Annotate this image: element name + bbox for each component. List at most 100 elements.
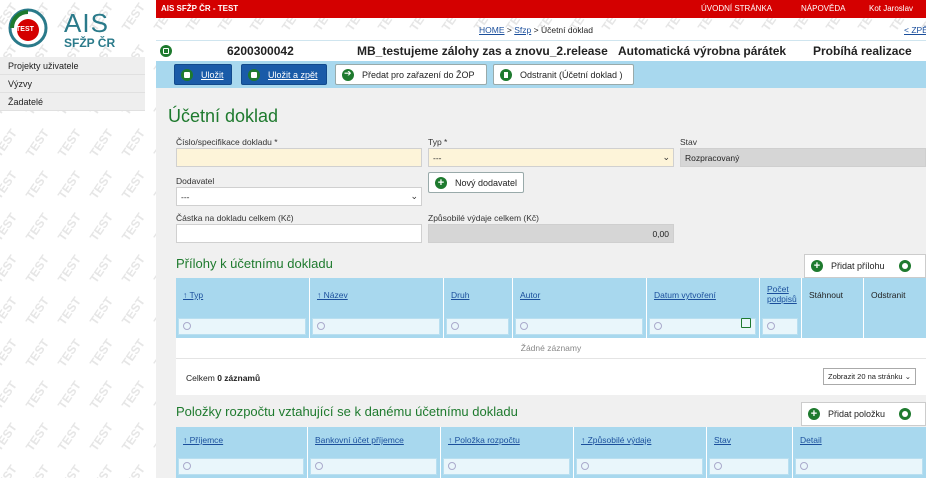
column-header-recipient[interactable]: ↑ Příjemce xyxy=(176,427,308,478)
breadcrumb-home[interactable]: HOME xyxy=(479,25,505,35)
sidebar-item-applicants[interactable]: Žadatelé xyxy=(0,93,145,111)
sort-bank-account[interactable]: Bankovní účet příjemce xyxy=(315,435,404,445)
filter-input[interactable] xyxy=(443,458,570,475)
sort-recipient[interactable]: ↑ Příjemce xyxy=(183,435,223,445)
sort-created[interactable]: Datum vytvoření xyxy=(654,290,716,300)
sort-name[interactable]: ↑ Název xyxy=(317,290,348,300)
attachments-table-footer: Celkem 0 záznamů Zobrazit 20 na stránku … xyxy=(176,358,926,395)
column-header-eligible[interactable]: ↑ Způsobilé výdaje xyxy=(574,427,707,478)
submit-button[interactable]: Předat pro zařazení do ŽOP xyxy=(335,64,487,85)
save-back-label: Uložit a zpět xyxy=(268,69,318,80)
breadcrumb-separator: > xyxy=(506,25,512,35)
chevron-down-icon: ⌄ xyxy=(904,372,911,381)
toolbar: Uložit Uložit a zpět Předat pro zařazení… xyxy=(156,61,926,88)
page-size-select[interactable]: Zobrazit 20 na stránku ⌄ xyxy=(822,368,916,385)
gear-icon[interactable] xyxy=(898,260,911,272)
record-id: 6200300042 xyxy=(227,44,294,58)
add-attachment-button[interactable]: + Přidat přílohu xyxy=(804,254,926,278)
save-label: Uložit xyxy=(201,69,224,80)
column-header-signatures[interactable]: Počet podpisů xyxy=(760,278,802,338)
total-count: Celkem 0 záznamů xyxy=(186,373,260,383)
column-header-bank-account[interactable]: Bankovní účet příjemce xyxy=(308,427,441,478)
column-header-budget-item[interactable]: ↑ Položka rozpočtu xyxy=(441,427,574,478)
sort-state[interactable]: Stav xyxy=(714,435,731,445)
column-header-created[interactable]: Datum vytvoření xyxy=(647,278,760,338)
filter-input[interactable] xyxy=(762,318,798,335)
logo[interactable]: TEST AIS SFŽP ČR xyxy=(6,6,151,50)
sort-type[interactable]: ↑ Typ xyxy=(183,290,203,300)
budget-table-header: ↑ Příjemce Bankovní účet příjemce ↑ Polo… xyxy=(176,427,926,478)
attachments-table-header: ↑ Typ ↑ Název Druh Autor Datum vytvoření… xyxy=(176,278,926,338)
sidebar-nav: Projekty uživatele Výzvy Žadatelé xyxy=(0,57,145,111)
state-field: Rozpracovaný xyxy=(680,148,926,167)
save-back-button[interactable]: Uložit a zpět xyxy=(241,64,327,85)
filter-input[interactable] xyxy=(515,318,643,335)
filter-input[interactable] xyxy=(310,458,437,475)
plus-icon: + xyxy=(808,408,820,420)
breadcrumb: HOME > Sfzp > Účetní doklad < ZPĚT xyxy=(156,18,926,40)
supplier-label: Dodavatel xyxy=(176,176,215,186)
sort-author[interactable]: Autor xyxy=(520,290,540,300)
record-status: Probíhá realizace xyxy=(813,44,912,58)
new-supplier-button[interactable]: + Nový dodavatel xyxy=(428,172,525,193)
calendar-icon[interactable] xyxy=(741,318,751,328)
column-header-kind[interactable]: Druh xyxy=(444,278,513,338)
sort-budget-item[interactable]: ↑ Položka rozpočtu xyxy=(448,435,520,445)
column-header-author[interactable]: Autor xyxy=(513,278,647,338)
sort-kind[interactable]: Druh xyxy=(451,290,469,300)
filter-input[interactable] xyxy=(312,318,440,335)
sidebar-item-projects[interactable]: Projekty uživatele xyxy=(0,57,145,75)
empty-message: Žádné záznamy xyxy=(520,343,582,353)
doc-number-label: Číslo/specifikace dokladu * xyxy=(176,137,278,147)
plus-icon: + xyxy=(435,176,447,189)
eligible-label: Způsobilé výdaje celkem (Kč) xyxy=(428,213,540,223)
delete-label: Odstranit (Účetní doklad ) xyxy=(520,69,623,80)
filter-input[interactable] xyxy=(178,458,304,475)
plus-icon: + xyxy=(811,260,823,272)
total-prefix: Celkem xyxy=(186,373,215,383)
column-header-type[interactable]: ↑ Typ xyxy=(176,278,310,338)
sort-signatures[interactable]: Počet podpisů xyxy=(767,284,803,304)
add-budget-item-button[interactable]: + Přidat položku xyxy=(801,402,926,426)
type-label: Typ * xyxy=(428,137,448,147)
sidebar: TEST AIS SFŽP ČR Projekty uživatele Výzv… xyxy=(0,0,156,478)
column-header-detail[interactable]: Detail xyxy=(793,427,926,478)
page-size-value: Zobrazit 20 na stránku xyxy=(827,372,903,381)
top-bar: AIS SFŽP ČR - TEST ÚVODNÍ STRÁNKA NÁPOVĚ… xyxy=(156,0,926,18)
column-header-download: Stáhnout xyxy=(802,278,864,338)
arrow-right-icon xyxy=(342,68,354,81)
filter-input[interactable] xyxy=(446,318,509,335)
add-attachment-label: Přidat přílohu xyxy=(831,261,885,271)
column-header-state[interactable]: Stav xyxy=(707,427,793,478)
new-supplier-label: Nový dodavatel xyxy=(455,177,518,188)
total-value: 0 záznamů xyxy=(217,373,261,383)
sort-eligible[interactable]: ↑ Způsobilé výdaje xyxy=(581,435,651,445)
delete-icon xyxy=(500,68,512,81)
filter-input[interactable] xyxy=(709,458,789,475)
delete-button[interactable]: Odstranit (Účetní doklad ) xyxy=(493,64,634,85)
help-link[interactable]: NÁPOVĚDA xyxy=(801,4,845,13)
save-button[interactable]: Uložit xyxy=(174,64,232,85)
column-header-name[interactable]: ↑ Název xyxy=(310,278,444,338)
filter-input[interactable] xyxy=(178,318,306,335)
home-link[interactable]: ÚVODNÍ STRÁNKA xyxy=(701,4,772,13)
back-link[interactable]: < ZPĚT xyxy=(904,25,926,35)
gear-icon[interactable] xyxy=(899,408,912,420)
chevron-down-icon: ⌄ xyxy=(662,152,670,162)
doc-number-input[interactable] xyxy=(176,148,422,167)
filter-input[interactable] xyxy=(649,318,756,335)
type-select[interactable]: --- ⌄ xyxy=(428,148,674,167)
type-select-value: --- xyxy=(433,153,442,163)
supplier-select[interactable]: --- ⌄ xyxy=(176,187,422,206)
filter-input[interactable] xyxy=(795,458,923,475)
submit-label: Předat pro zařazení do ŽOP xyxy=(362,69,475,80)
user-name[interactable]: Kot Jaroslav xyxy=(869,4,913,13)
filter-input[interactable] xyxy=(576,458,703,475)
amount-input[interactable] xyxy=(176,224,422,243)
amount-label: Částka na dokladu celkem (Kč) xyxy=(176,213,294,223)
breadcrumb-sfzp[interactable]: Sfzp xyxy=(514,25,531,35)
record-name: MB_testujeme zálohy zas a znovu_2.releas… xyxy=(357,44,608,58)
sort-detail[interactable]: Detail xyxy=(800,435,822,445)
sidebar-item-calls[interactable]: Výzvy xyxy=(0,75,145,93)
supplier-select-value: --- xyxy=(181,192,190,202)
